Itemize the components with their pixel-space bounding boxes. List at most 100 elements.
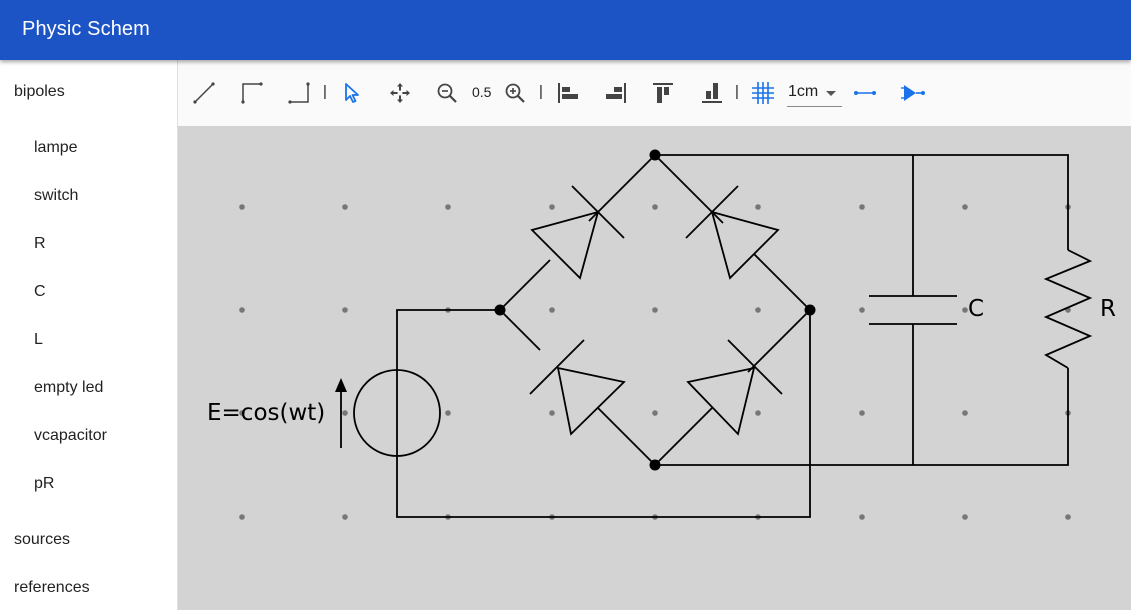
wire-corner-alt-tool-button[interactable] bbox=[286, 80, 312, 106]
sidebar-item-vcapacitor[interactable]: vcapacitor bbox=[0, 414, 177, 458]
grid-dot bbox=[445, 204, 451, 210]
grid-dot bbox=[755, 204, 761, 210]
capacitor-label[interactable]: C bbox=[968, 296, 984, 322]
node-dot[interactable] bbox=[649, 459, 661, 471]
sidebar-item-lampe[interactable]: lampe bbox=[0, 126, 177, 170]
toolbar-separator: | bbox=[735, 83, 739, 100]
app-bar: Physic Schem bbox=[0, 0, 1131, 60]
sidebar-item-label: empty led bbox=[34, 379, 104, 396]
sidebar-item-switch[interactable]: switch bbox=[0, 174, 177, 218]
wire[interactable] bbox=[655, 154, 1069, 250]
schematic-canvas[interactable]: E=cos(wt) C R bbox=[178, 126, 1131, 610]
wire[interactable] bbox=[396, 309, 500, 370]
grid-size-value: 1cm bbox=[788, 83, 819, 100]
align-top-icon bbox=[653, 83, 673, 103]
source-label[interactable]: E=cos(wt) bbox=[207, 400, 325, 426]
grid-dot bbox=[239, 514, 245, 520]
grid-dot bbox=[859, 307, 865, 313]
sidebar-item-label: vcapacitor bbox=[34, 427, 107, 444]
align-bottom-icon bbox=[702, 83, 722, 103]
align-right-button[interactable] bbox=[603, 80, 629, 106]
grid-dot bbox=[342, 410, 348, 416]
wire[interactable] bbox=[753, 253, 811, 311]
node-dot[interactable] bbox=[494, 304, 506, 316]
grid-dot bbox=[962, 307, 968, 313]
wire[interactable] bbox=[597, 407, 656, 466]
voltage-arrow-head bbox=[335, 378, 347, 392]
wire[interactable] bbox=[655, 368, 1069, 466]
sidebar-item-label: pR bbox=[34, 475, 55, 492]
sidebar-category-bipoles[interactable]: bipoles bbox=[0, 70, 177, 114]
wire-line-tool-button[interactable] bbox=[191, 80, 217, 106]
grid-dot bbox=[652, 204, 658, 210]
sidebar-item-label: R bbox=[34, 235, 46, 252]
grid-icon bbox=[752, 82, 774, 104]
grid-dot bbox=[239, 307, 245, 313]
node-dot[interactable] bbox=[804, 304, 816, 316]
move-icon bbox=[390, 83, 410, 103]
grid-dot bbox=[549, 410, 555, 416]
sidebar-item-label: lampe bbox=[34, 139, 78, 156]
grid-dot bbox=[549, 204, 555, 210]
sidebar-item-c[interactable]: C bbox=[0, 270, 177, 314]
sidebar-category-label: sources bbox=[14, 531, 71, 548]
app-title: Physic Schem bbox=[22, 18, 150, 40]
zoom-out-icon bbox=[437, 83, 457, 103]
grid-dot bbox=[652, 410, 658, 416]
grid-dot bbox=[445, 410, 451, 416]
grid-dot bbox=[1065, 514, 1071, 520]
align-right-icon bbox=[606, 83, 626, 103]
grid-dot bbox=[859, 514, 865, 520]
diode-mode-button[interactable] bbox=[900, 80, 926, 106]
sidebar-category-label: references bbox=[14, 579, 90, 596]
grid-size-select[interactable]: 1cm bbox=[787, 82, 842, 107]
diode-4-bar bbox=[727, 339, 783, 395]
wire[interactable] bbox=[499, 259, 551, 311]
align-left-icon bbox=[558, 83, 578, 103]
wire[interactable] bbox=[747, 309, 811, 373]
toolbar: | 0.5 | | 1cm bbox=[178, 60, 1131, 126]
align-top-button[interactable] bbox=[650, 80, 676, 106]
sidebar-item-empty-led[interactable]: empty led bbox=[0, 366, 177, 410]
zoom-in-button[interactable] bbox=[502, 80, 528, 106]
wire[interactable] bbox=[654, 407, 713, 466]
grid-dot bbox=[962, 410, 968, 416]
sidebar-category-sources[interactable]: sources bbox=[0, 518, 177, 562]
grid-dot bbox=[549, 307, 555, 313]
chevron-down-icon bbox=[826, 91, 836, 96]
diode-mode-icon bbox=[901, 85, 925, 101]
grid-dots bbox=[239, 204, 1071, 520]
move-tool-button[interactable] bbox=[387, 80, 413, 106]
schematic-drawing: E=cos(wt) C R bbox=[207, 149, 1116, 520]
grid-dot bbox=[239, 204, 245, 210]
toolbar-separator: | bbox=[323, 83, 327, 100]
align-bottom-button[interactable] bbox=[699, 80, 725, 106]
wire-corner-tool-button[interactable] bbox=[239, 80, 265, 106]
sidebar-item-r[interactable]: R bbox=[0, 222, 177, 266]
sidebar-category-references[interactable]: references bbox=[0, 566, 177, 610]
diode-4[interactable] bbox=[686, 366, 756, 436]
sidebar-item-pr[interactable]: pR bbox=[0, 462, 177, 506]
grid-dot bbox=[342, 307, 348, 313]
select-pointer-icon bbox=[345, 83, 359, 103]
select-tool-button[interactable] bbox=[339, 80, 365, 106]
grid-toggle-button[interactable] bbox=[750, 80, 776, 106]
sidebar-item-l[interactable]: L bbox=[0, 318, 177, 362]
wire-line-icon bbox=[193, 82, 215, 104]
grid-dot bbox=[652, 307, 658, 313]
resistor-label[interactable]: R bbox=[1100, 296, 1116, 322]
zoom-in-icon bbox=[505, 83, 525, 103]
zoom-out-button[interactable] bbox=[434, 80, 460, 106]
wire-mode-button[interactable] bbox=[852, 80, 878, 106]
align-left-button[interactable] bbox=[555, 80, 581, 106]
wire[interactable] bbox=[499, 309, 541, 351]
node-dot[interactable] bbox=[649, 149, 661, 161]
grid-dot bbox=[962, 514, 968, 520]
component-sidebar: bipoles lampe switch R C L empty led vca… bbox=[0, 60, 178, 610]
grid-dot bbox=[859, 410, 865, 416]
zoom-level: 0.5 bbox=[472, 84, 492, 100]
toolbar-separator: | bbox=[539, 83, 543, 100]
grid-dot bbox=[755, 307, 761, 313]
sidebar-item-label: C bbox=[34, 283, 46, 300]
wire-corner-icon bbox=[241, 82, 263, 104]
